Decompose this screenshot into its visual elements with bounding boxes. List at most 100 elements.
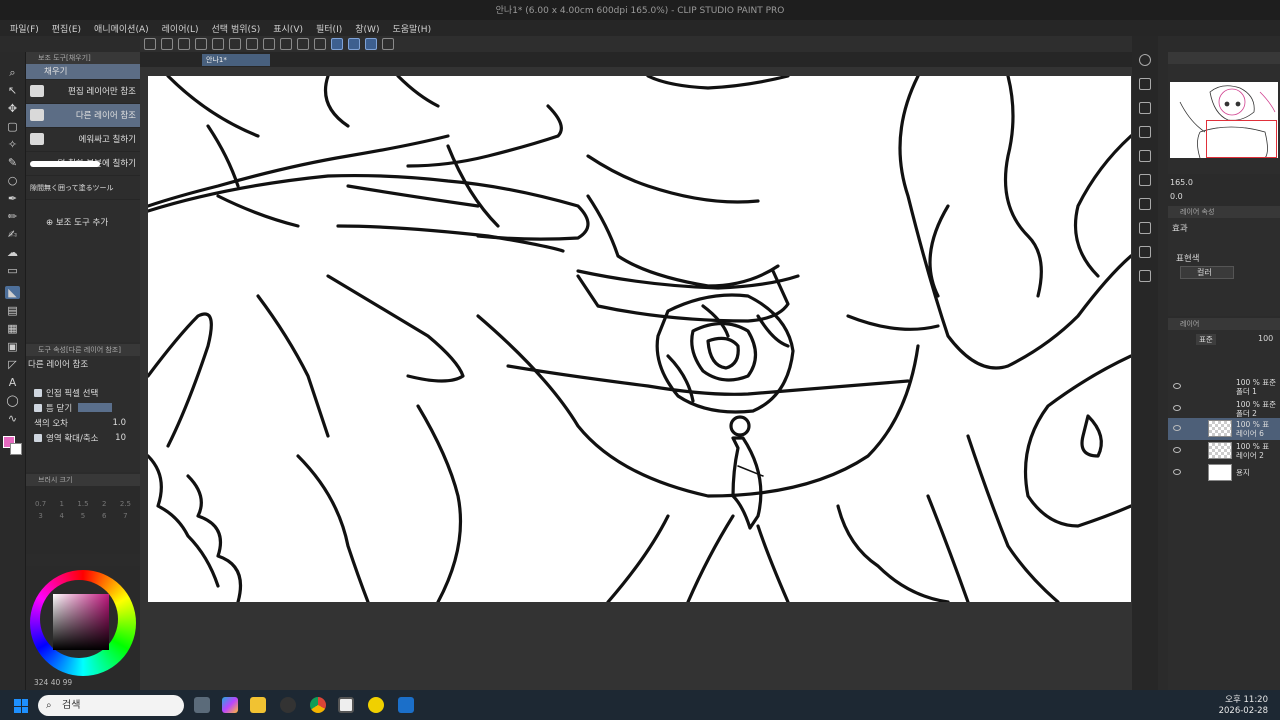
lasso-tool-icon[interactable]: ○ [5, 174, 20, 187]
eye-icon[interactable] [1173, 383, 1181, 389]
menu-selection[interactable]: 선택 범위(S) [212, 22, 261, 35]
drawing-canvas[interactable] [148, 76, 1131, 602]
blend-mode-select[interactable]: 표준 [1196, 334, 1216, 345]
eye-icon[interactable] [1173, 469, 1181, 475]
layer-row[interactable]: 용지 [1168, 462, 1280, 484]
menu-file[interactable]: 파일(F) [10, 22, 39, 35]
menu-layer[interactable]: 레이어(L) [162, 22, 199, 35]
saturation-value-square[interactable] [53, 594, 109, 650]
airbrush-tool-icon[interactable]: ☁ [5, 246, 20, 259]
brush-size-preset[interactable]: 7 [117, 512, 134, 520]
pen-tool-icon[interactable]: ✒ [5, 192, 20, 205]
export-icon[interactable] [1139, 222, 1151, 234]
system-clock[interactable]: 오후 11:20 2026-02-28 [1219, 695, 1268, 717]
redo-icon[interactable] [229, 38, 241, 50]
subtool-item-refer-other-layers[interactable]: 다른 레이어 참조 [26, 104, 140, 128]
menu-animation[interactable]: 애니메이션(A) [94, 22, 149, 35]
new-file-icon[interactable] [161, 38, 173, 50]
brush-size-preset[interactable]: 5 [74, 512, 91, 520]
file-explorer-icon[interactable] [250, 697, 266, 713]
selection-tool-icon[interactable]: ▢ [5, 120, 20, 133]
gradient-tool-icon[interactable]: ▤ [5, 304, 20, 317]
clip-studio-launcher-icon[interactable] [368, 697, 384, 713]
sub-color-swatch[interactable] [10, 443, 22, 455]
eraser-tool-icon[interactable]: ▭ [5, 264, 20, 277]
text-tool-icon[interactable]: A [5, 376, 20, 389]
subtool-item-enclose-fill[interactable]: 에워싸고 칠하기 [26, 128, 140, 152]
brush-size-preset[interactable]: 1.5 [74, 500, 91, 508]
home-icon[interactable] [144, 38, 156, 50]
checkbox-icon[interactable] [34, 433, 42, 442]
layer-row[interactable]: 100 % 표준 폴더 2 [1168, 398, 1280, 420]
invert-selection-icon[interactable] [314, 38, 326, 50]
snap-special-ruler-icon[interactable] [348, 38, 360, 50]
subtool-item-gapless-fill[interactable]: 隙間無く囲って塗るツール [26, 176, 140, 200]
menu-window[interactable]: 창(W) [355, 22, 379, 35]
clear-icon[interactable] [246, 38, 258, 50]
pencil-tool-icon[interactable]: ✏ [5, 210, 20, 223]
close-icon[interactable] [1139, 126, 1151, 138]
color-swatches[interactable] [3, 436, 25, 458]
brush-size-preset[interactable]: 2.5 [117, 500, 134, 508]
expression-color-select[interactable]: 컬러 [1180, 266, 1234, 279]
adjacent-pixel-option[interactable]: 인접 픽셀 선택 [26, 385, 140, 400]
view-frame[interactable] [1206, 120, 1277, 158]
chrome-icon[interactable] [310, 697, 326, 713]
zoom-value[interactable]: 165.0 [1170, 178, 1193, 187]
auto-select-tool-icon[interactable]: ✧ [5, 138, 20, 151]
brush-size-preset[interactable]: 3 [32, 512, 49, 520]
brush-size-preset[interactable]: 6 [96, 512, 113, 520]
clip-studio-icon[interactable] [338, 697, 354, 713]
operation-tool-icon[interactable]: ↖ [5, 84, 20, 97]
rotation-value[interactable]: 0.0 [1170, 192, 1183, 201]
subtool-group-fill[interactable]: 채우기 [26, 64, 140, 80]
gap-size-bar[interactable] [78, 403, 113, 412]
navigator-thumbnail[interactable] [1170, 82, 1278, 158]
checkbox-icon[interactable] [34, 388, 42, 397]
line-correction-tool-icon[interactable]: ∿ [5, 412, 20, 425]
save-icon[interactable] [195, 38, 207, 50]
snap-ruler-icon[interactable] [331, 38, 343, 50]
brush-size-preset[interactable]: 4 [53, 512, 70, 520]
ruler-tool-icon[interactable]: ◸ [5, 358, 20, 371]
layer-icon[interactable] [1139, 150, 1151, 162]
import-icon[interactable] [1139, 246, 1151, 258]
layer-opacity-value[interactable]: 100 [1258, 334, 1273, 343]
add-subtool-button[interactable]: ⊕ 보조 도구 추가 [46, 216, 108, 228]
task-view-icon[interactable] [194, 697, 210, 713]
fill-tool-icon[interactable]: ◣ [5, 286, 20, 299]
document-tab[interactable]: 안나1* [202, 54, 270, 66]
expand-value[interactable]: 10 [115, 433, 126, 443]
copilot-icon[interactable] [222, 697, 238, 713]
fill-icon[interactable] [263, 38, 275, 50]
menu-help[interactable]: 도움말(H) [392, 22, 431, 35]
eye-icon[interactable] [1173, 405, 1181, 411]
taskbar-search-input[interactable]: ⌕ 검색 [38, 695, 184, 716]
eye-icon[interactable] [1173, 425, 1181, 431]
copy-icon[interactable] [1139, 198, 1151, 210]
close-icon[interactable] [1139, 78, 1151, 90]
image-icon[interactable] [1139, 174, 1151, 186]
undo-icon[interactable] [212, 38, 224, 50]
material-icon[interactable] [1139, 102, 1151, 114]
transform-icon[interactable] [280, 38, 292, 50]
layer-row[interactable]: 100 % 표 레이어 6 [1168, 418, 1280, 440]
subtool-item-paint-unfilled[interactable]: 덜 칠한 부분에 칠하기 [26, 152, 140, 176]
search-icon[interactable] [1139, 54, 1151, 66]
subtool-item-edit-layer-only[interactable]: 편집 레이어만 참조 [26, 80, 140, 104]
layer-row[interactable]: 100 % 표준 폴더 1 [1168, 376, 1280, 398]
windows-start-icon[interactable] [14, 699, 28, 713]
layer-row[interactable]: 100 % 표 레이어 2 [1168, 440, 1280, 462]
show-grid-icon[interactable] [382, 38, 394, 50]
photos-icon[interactable] [398, 697, 414, 713]
checkbox-icon[interactable] [34, 403, 42, 412]
zoom-tool-icon[interactable]: ⌕ [5, 66, 20, 79]
eyedropper-tool-icon[interactable]: ✎ [5, 156, 20, 169]
brush-size-preset[interactable]: 1 [53, 500, 70, 508]
open-file-icon[interactable] [178, 38, 190, 50]
frame-tool-icon[interactable]: ▣ [5, 340, 20, 353]
brush-size-preset[interactable]: 2 [96, 500, 113, 508]
figure-tool-icon[interactable]: ▦ [5, 322, 20, 335]
move-tool-icon[interactable]: ✥ [5, 102, 20, 115]
history-icon[interactable] [1139, 270, 1151, 282]
